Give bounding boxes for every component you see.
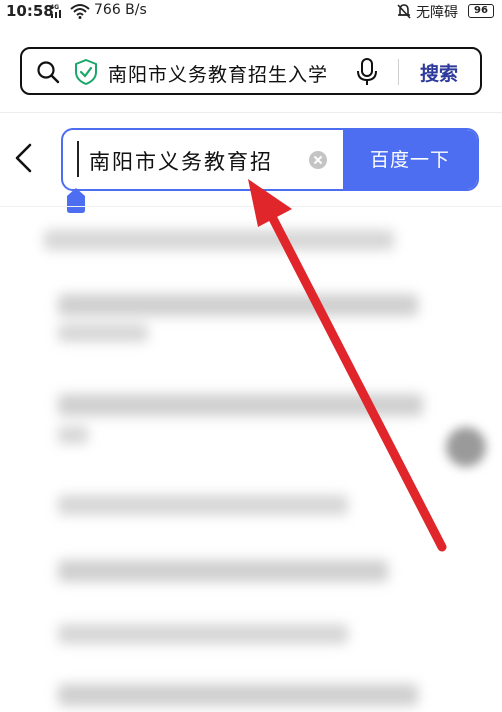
search-divider <box>398 59 399 85</box>
cursor-handle-icon[interactable] <box>66 188 86 214</box>
battery-indicator: 96 <box>468 4 494 18</box>
mute-bell-icon <box>397 4 411 19</box>
shield-check-icon <box>75 59 97 85</box>
baidu-search-input[interactable]: 南阳市义务教育招 <box>89 146 273 176</box>
clear-icon[interactable] <box>308 150 328 170</box>
text-cursor <box>77 141 79 177</box>
top-search-query[interactable]: 南阳市义务教育招生入学 <box>108 60 328 87</box>
list-item <box>58 324 148 342</box>
status-time: 10:58 <box>6 2 54 20</box>
list-item <box>58 684 418 706</box>
list-item <box>58 624 348 644</box>
back-chevron-icon[interactable] <box>12 143 34 173</box>
search-button[interactable]: 搜索 <box>420 59 458 86</box>
signal-4g-icon: 4G <box>50 4 61 18</box>
accessibility-label: 无障碍 <box>416 5 458 21</box>
network-label: 4G <box>50 4 59 11</box>
red-arrow-annotation <box>248 179 447 552</box>
net-speed: 766 B/s <box>94 2 147 18</box>
search-icon <box>37 61 60 84</box>
status-bar: 10:58 4G 766 B/s 无障碍 96 <box>0 0 502 24</box>
microphone-icon[interactable] <box>356 58 378 86</box>
wifi-icon <box>70 4 90 19</box>
top-search-bar[interactable]: 南阳市义务教育招生入学 搜索 <box>20 47 482 95</box>
divider-line <box>0 112 502 113</box>
list-item <box>58 426 88 444</box>
